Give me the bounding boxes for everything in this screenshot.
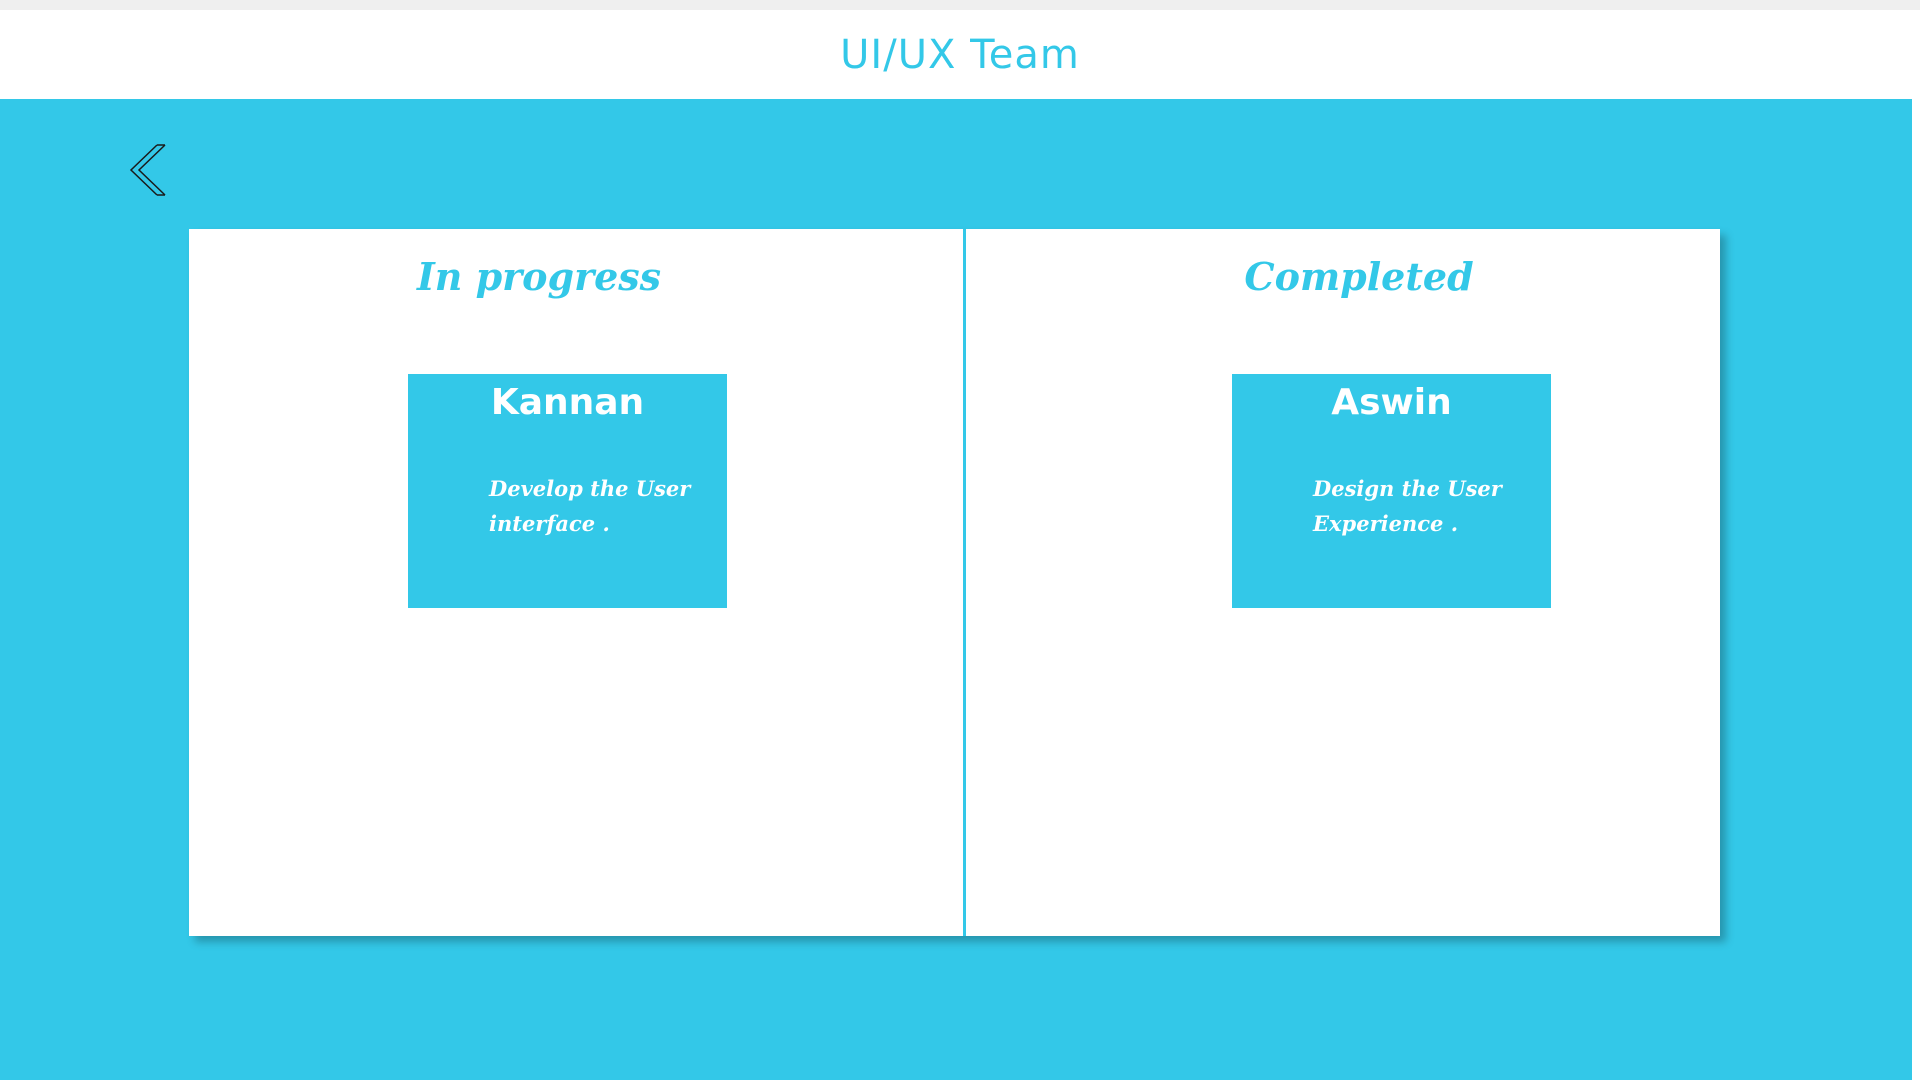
column-title-in-progress: In progress (416, 254, 662, 299)
column-divider (963, 229, 966, 936)
back-button[interactable] (127, 143, 171, 197)
task-card[interactable]: Kannan Develop the User interface . (408, 374, 727, 608)
right-edge (1912, 134, 1920, 1080)
column-title-completed: Completed (1244, 254, 1474, 299)
page-title: UI/UX Team (840, 31, 1080, 78)
card-description: Design the User Experience . (1313, 476, 1502, 536)
task-card[interactable]: Aswin Design the User Experience . (1232, 374, 1551, 608)
task-board: In progress Kannan Develop the User inte… (189, 229, 1720, 936)
page-header: UI/UX Team (0, 10, 1920, 99)
card-description: Develop the User interface . (489, 476, 691, 536)
chevron-left-icon (129, 144, 166, 196)
card-assignee-name: Aswin (1331, 382, 1452, 423)
card-assignee-name: Kannan (490, 382, 645, 423)
top-strip (0, 0, 1920, 10)
